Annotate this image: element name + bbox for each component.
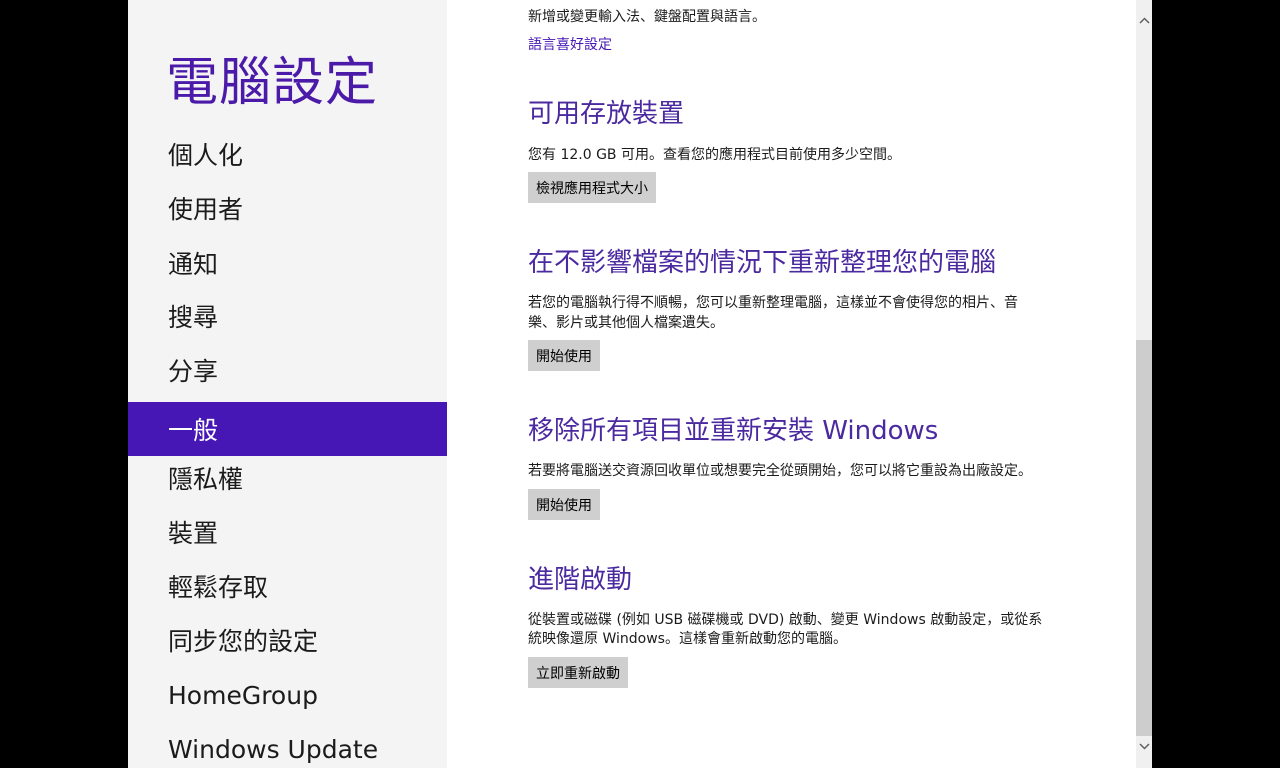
sidebar-item-share[interactable]: 分享: [128, 343, 447, 397]
view-app-sizes-button[interactable]: 檢視應用程式大小: [528, 172, 656, 203]
reset-get-started-button[interactable]: 開始使用: [528, 489, 600, 520]
scrollbar[interactable]: [1136, 0, 1152, 768]
sidebar-item-sync-settings[interactable]: 同步您的設定: [128, 613, 447, 667]
refresh-description-line-1: 若您的電腦執行得不順暢，您可以重新整理電腦，這樣並不會使得您的相片、音: [528, 295, 1018, 311]
reset-heading: 移除所有項目並重新安裝 Windows: [528, 416, 939, 446]
advanced-startup-heading: 進階啟動: [528, 565, 633, 595]
sidebar-item-personalize[interactable]: 個人化: [128, 127, 447, 181]
sidebar-item-windows-update[interactable]: Windows Update: [128, 722, 447, 768]
sidebar: 電腦設定 個人化 使用者 通知 搜尋 分享 一般 隱私權 裝置 輕鬆存取 同步您…: [128, 0, 447, 768]
language-preferences-link[interactable]: 語言喜好設定: [528, 34, 612, 54]
sidebar-item-general[interactable]: 一般: [128, 402, 447, 456]
sidebar-item-users[interactable]: 使用者: [128, 181, 447, 235]
advanced-startup-description-line-1: 從裝置或磁碟 (例如 USB 磁碟機或 DVD) 啟動、變更 Windows 啟…: [528, 612, 1043, 628]
sidebar-item-notifications[interactable]: 通知: [128, 236, 447, 290]
sidebar-item-search[interactable]: 搜尋: [128, 289, 447, 343]
restart-now-button[interactable]: 立即重新啟動: [528, 657, 628, 688]
sidebar-item-devices[interactable]: 裝置: [128, 505, 447, 559]
sidebar-item-privacy[interactable]: 隱私權: [128, 451, 447, 505]
sidebar-item-homegroup[interactable]: HomeGroup: [128, 668, 447, 722]
storage-heading: 可用存放裝置: [528, 99, 685, 129]
advanced-startup-description-line-2: 統映像還原 Windows。這樣會重新啟動您的電腦。: [528, 631, 847, 647]
refresh-get-started-button[interactable]: 開始使用: [528, 340, 600, 371]
sidebar-item-ease-of-access[interactable]: 輕鬆存取: [128, 559, 447, 613]
refresh-heading: 在不影響檔案的情況下重新整理您的電腦: [528, 248, 997, 278]
language-description: 新增或變更輸入法、鍵盤配置與語言。: [528, 9, 766, 25]
page-title: 電腦設定: [166, 53, 379, 113]
refresh-description-line-2: 樂、影片或其他個人檔案遺失。: [528, 315, 724, 331]
storage-description: 您有 12.0 GB 可用。查看您的應用程式目前使用多少空間。: [528, 147, 901, 163]
scroll-thumb[interactable]: [1136, 340, 1152, 736]
chevron-up-icon[interactable]: [1136, 12, 1152, 28]
reset-description: 若要將電腦送交資源回收單位或想要完全從頭開始，您可以將它重設為出廠設定。: [528, 463, 1032, 479]
chevron-down-icon[interactable]: [1136, 738, 1152, 754]
settings-content: 新增或變更輸入法、鍵盤配置與語言。 語言喜好設定 可用存放裝置 您有 12.0 …: [447, 0, 1136, 768]
